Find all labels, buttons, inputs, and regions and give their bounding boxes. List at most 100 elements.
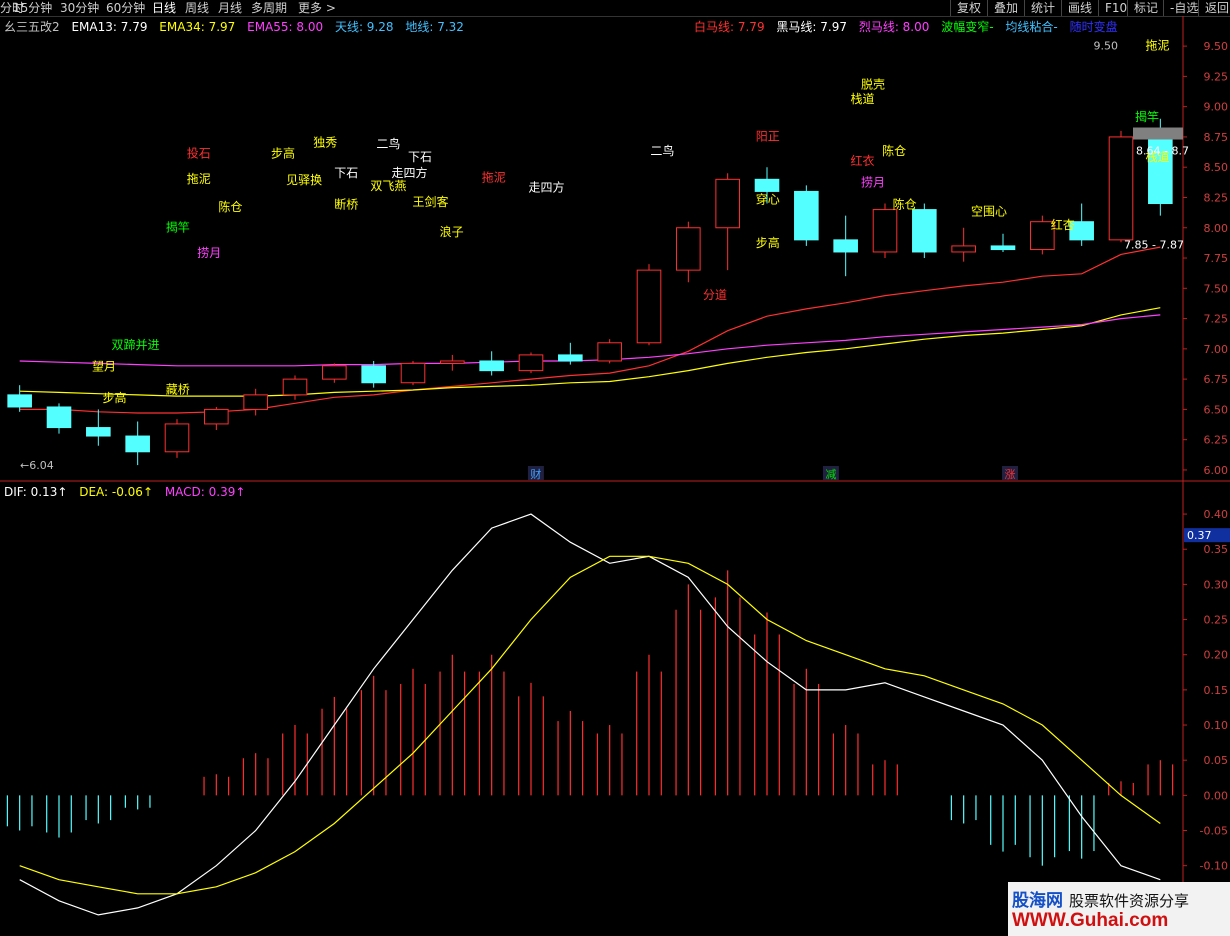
stock-chart[interactable]: 9.50 9.25 9.00 8.75 8.50 8.25 8.00 7.75 7.50 7.25…: [0, 0, 1230, 936]
candle-body: [518, 354, 544, 372]
candle-body: [46, 406, 72, 429]
signal-label: 步高: [102, 390, 126, 405]
signal-label: 步高: [756, 235, 780, 250]
candle-body: [833, 239, 858, 253]
range-lower-label: 7.85 - 7.87: [1124, 239, 1184, 252]
signal-label: 走四方: [391, 165, 427, 180]
candle-body: [1108, 136, 1134, 241]
macd-tick-label: 0.05: [1204, 754, 1229, 767]
signal-label: 空围心: [971, 205, 1007, 219]
candle-body: [912, 209, 937, 253]
macd-tick-label: 0.30: [1204, 578, 1229, 591]
candle-body: [636, 269, 662, 344]
macd-tick-label: 0.35: [1204, 543, 1229, 556]
signal-label: 二鸟: [376, 136, 400, 151]
candle-body: [361, 365, 386, 384]
high-price-label: 9.50: [1094, 40, 1119, 53]
price-tick-label: 8.75: [1204, 131, 1229, 144]
signal-label: 红衣: [851, 153, 875, 168]
signal-label: 见驿换: [286, 173, 322, 187]
macd-tick-label: 0.25: [1204, 614, 1229, 627]
signal-label: 陈仓: [882, 143, 906, 158]
price-tick-label: 6.50: [1204, 403, 1229, 416]
signal-label: 揭竿: [166, 219, 190, 234]
signal-label: 捞月: [861, 176, 885, 190]
signal-label: 步高: [271, 146, 295, 161]
candle-body: [125, 435, 150, 453]
candle-body: [204, 408, 229, 425]
candle-body: [243, 394, 268, 410]
candle-body: [282, 378, 308, 396]
price-tick-label: 7.50: [1204, 282, 1229, 295]
macd-line-dif: [19, 513, 1161, 916]
candle-body: [676, 227, 701, 271]
price-tick-label: 7.00: [1204, 343, 1229, 356]
ema-line-ema34: [19, 307, 1161, 397]
signal-label: 双蹄并进: [112, 337, 160, 352]
low-price-label: ←6.04: [20, 459, 54, 472]
guhai-watermark-logo: 股海网 股票软件资源分享 WWW.Guhai.com: [1008, 882, 1230, 936]
price-tick-label: 9.00: [1204, 101, 1229, 114]
price-tick-label: 6.25: [1204, 434, 1229, 447]
signal-label: 脱壳: [861, 76, 885, 91]
macd-tick-label: -0.05: [1200, 825, 1228, 838]
signal-label: 断桥: [334, 196, 358, 211]
signal-label: 二鸟: [650, 143, 674, 158]
price-tick-label: 9.25: [1204, 70, 1229, 83]
signal-label: 望月: [92, 360, 116, 374]
signal-label: 阳正: [756, 130, 780, 144]
candle-body: [715, 178, 740, 229]
signal-label: 拖泥: [187, 172, 211, 186]
price-tick-label: 6.00: [1204, 464, 1229, 477]
candle-body: [872, 209, 898, 253]
signal-label: 拖泥: [482, 171, 506, 185]
macd-line-dea: [19, 555, 1161, 895]
signal-label: 栈道: [851, 91, 875, 106]
candle-body: [86, 427, 111, 437]
candle-body: [754, 178, 780, 192]
signal-label: 下石: [408, 150, 432, 164]
signal-label: 捞月: [197, 246, 221, 260]
event-marker-label: 涨: [1005, 468, 1016, 481]
range-upper-label: 8.64 - 8.7: [1136, 144, 1189, 157]
candle-body: [558, 354, 583, 362]
signal-label: 王剑客: [413, 194, 449, 209]
candle-body: [794, 190, 819, 241]
candle-body: [597, 342, 622, 362]
signal-label: 陈仓: [893, 196, 917, 211]
macd-tick-label: 0.10: [1204, 719, 1229, 732]
candle-body: [479, 360, 504, 372]
candle-body: [400, 362, 426, 384]
price-tick-label: 8.25: [1204, 191, 1229, 204]
signal-label: 揭竿: [1135, 109, 1159, 124]
macd-tick-label: 0.20: [1204, 649, 1229, 662]
candle-body: [7, 394, 32, 408]
macd-tick-label: 0.40: [1204, 508, 1229, 521]
macd-tick-label: 0.15: [1204, 684, 1229, 697]
signal-label: 分道: [703, 288, 727, 302]
signal-label: 红杏: [1051, 217, 1075, 232]
ema-line-ema55: [19, 314, 1161, 367]
event-marker-label: 减: [825, 468, 836, 481]
signal-label: 走四方: [528, 179, 564, 194]
signal-label: 藏桥: [166, 383, 190, 397]
signal-label: 独秀: [313, 136, 337, 150]
candle-body: [322, 365, 347, 380]
signal-label: 浪子: [440, 224, 464, 239]
price-tick-label: 7.75: [1204, 252, 1229, 265]
event-marker-label: 财: [530, 467, 541, 481]
candle-body: [951, 245, 976, 253]
candle-body: [164, 423, 190, 453]
signal-label: 投石: [187, 146, 211, 161]
macd-tick-label: 0.00: [1204, 789, 1229, 802]
macd-tick-label: -0.10: [1200, 860, 1228, 873]
current-macd-value: 0.37: [1187, 529, 1212, 542]
signal-label: 拖泥: [1146, 39, 1170, 53]
price-tick-label: 8.50: [1204, 161, 1229, 174]
signal-label: 穿心: [756, 192, 780, 207]
signal-label: 下石: [334, 166, 358, 180]
price-tick-label: 7.25: [1204, 313, 1229, 326]
signal-label: 陈仓: [218, 199, 242, 214]
signal-label: 双飞燕: [370, 179, 406, 193]
range-highlight-box: [1133, 127, 1183, 140]
